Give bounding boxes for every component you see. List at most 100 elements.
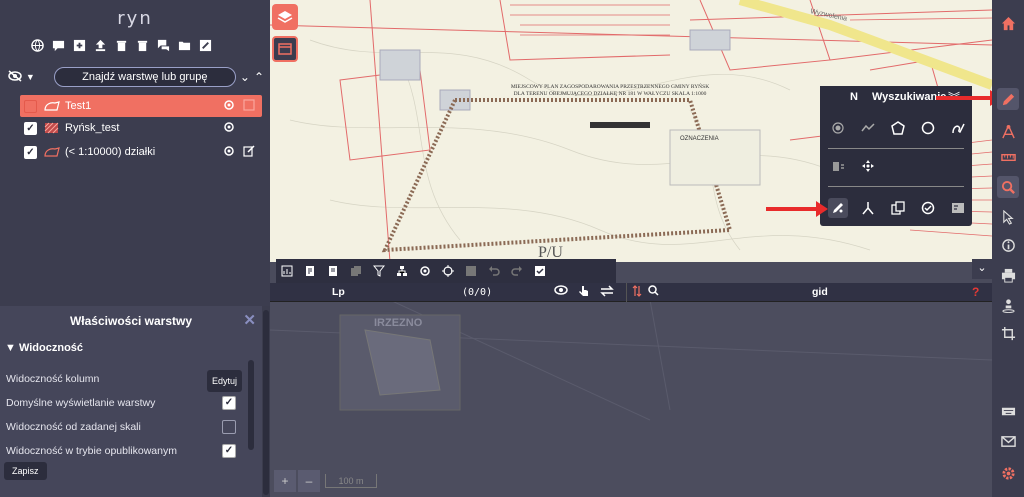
split-icon[interactable] [858,198,878,218]
visibility-section[interactable]: ▼ Widoczność [5,342,83,354]
sort-icon[interactable] [632,284,642,300]
upload-icon[interactable] [93,38,108,53]
collapse-table-button[interactable]: ⌄ [972,259,992,279]
layer-item-rynsk-test[interactable]: ✓ Ryńsk_test [20,117,262,139]
duplicate-icon[interactable] [888,198,908,218]
scale-visibility-checkbox[interactable] [222,420,236,434]
info-button[interactable] [997,234,1019,256]
globe-icon[interactable] [30,38,45,53]
tab-n[interactable]: N [850,91,858,103]
properties-title: Właściwości warstwy [69,314,193,328]
point-tool-icon[interactable] [828,118,848,138]
pointer-icon[interactable] [578,285,590,300]
eye-icon[interactable] [554,284,568,300]
copy-icon[interactable] [349,264,363,278]
attributes-icon[interactable] [948,198,968,218]
zoom-out-button[interactable]: – [298,470,320,492]
settings-button[interactable] [997,462,1019,484]
extent-button[interactable] [997,322,1019,344]
table-icon[interactable] [242,98,256,112]
polygon-tool-icon[interactable] [888,118,908,138]
layer-item-dzialki[interactable]: ✓ (< 1:10000) działki [20,141,262,163]
map-view[interactable]: MIEJSCOWY PLAN ZAGOSPODAROWANIA PRZESTRZ… [270,0,992,497]
layers-icon [277,11,293,23]
measure-button[interactable] [997,120,1019,142]
folder-icon[interactable] [177,38,192,53]
layers-button[interactable] [272,4,298,30]
target-icon[interactable] [441,264,455,278]
print-button[interactable] [997,264,1019,286]
layer-label: Ryńsk_test [65,122,120,134]
locate-icon[interactable] [418,264,432,278]
search-icon[interactable] [648,284,659,300]
delete-features-icon[interactable] [828,156,848,176]
map-window-icon [278,43,292,55]
circle-tool-icon[interactable] [918,118,938,138]
scrollbar[interactable] [263,310,269,495]
form-icon[interactable] [464,264,478,278]
freehand-tool-icon[interactable] [948,118,968,138]
trash-icon[interactable] [114,38,129,53]
compass-icon [1001,124,1015,138]
column-gid[interactable]: gid [812,286,828,298]
hierarchy-icon[interactable] [395,264,409,278]
redo-icon[interactable] [510,264,524,278]
line-tool-icon[interactable] [858,118,878,138]
layer-checkbox[interactable]: ✓ [24,121,37,135]
chevron-up-icon[interactable]: ⌃ [254,70,264,84]
undo-icon[interactable] [487,264,501,278]
basemap-button[interactable] [272,36,298,62]
locate-icon[interactable] [222,120,236,134]
layer-checkbox[interactable] [24,99,37,113]
save-edits-icon[interactable] [533,264,547,278]
draw-button[interactable] [997,88,1019,110]
chat-icon[interactable] [156,38,171,53]
published-visibility-checkbox[interactable]: ✓ [222,444,236,458]
chart-icon[interactable] [280,264,294,278]
home-button[interactable] [997,12,1019,34]
attribute-table-header: Lp (0/0) gid ? [270,282,992,302]
delete-group-icon[interactable] [135,38,150,53]
app-title: ryn [117,8,153,29]
annotation-arrow-middle [766,201,828,217]
default-visibility-checkbox[interactable]: ✓ [222,396,236,410]
layer-checkbox[interactable]: ✓ [24,145,37,159]
column-lp[interactable]: Lp [332,286,345,298]
caret-down-icon[interactable]: ▼ [26,72,40,82]
zoom-in-button[interactable]: + [274,470,296,492]
map-canvas-bottom[interactable]: IRZEZNO [270,300,992,497]
polygon-icon [44,101,60,111]
streetview-button[interactable] [997,294,1019,316]
edit-button[interactable]: Edytuj [206,370,242,392]
filter-icon[interactable] [372,264,386,278]
keyboard-icon [1001,407,1015,415]
property-row: Widoczność od zadanej skali [6,418,246,436]
edit-icon[interactable] [242,144,256,158]
close-icon[interactable]: ✕ [243,311,256,329]
locate-icon[interactable] [222,98,236,112]
add-layer-icon[interactable] [72,38,87,53]
keyboard-button[interactable] [997,400,1019,422]
report-icon[interactable] [326,264,340,278]
export-icon[interactable] [303,264,317,278]
swap-icon[interactable] [600,284,614,300]
edit-geometry-icon[interactable] [828,198,848,218]
layer-item-test1[interactable]: Test1 [20,95,262,117]
locate-icon[interactable] [222,144,236,158]
ruler-button[interactable] [997,146,1019,168]
validate-icon[interactable] [918,198,938,218]
scrollbar[interactable] [248,360,254,450]
move-icon[interactable] [858,156,878,176]
eye-off-icon[interactable] [8,69,26,85]
comment-icon[interactable] [51,38,66,53]
select-button[interactable] [997,206,1019,228]
search-button[interactable] [997,176,1019,198]
help-icon[interactable]: ? [972,285,979,299]
save-button[interactable]: Zapisz [4,462,47,480]
chevron-down-icon[interactable]: ⌄ [240,70,250,84]
row-count: (0/0) [462,286,493,298]
message-button[interactable] [997,430,1019,452]
layer-toolbar [30,38,213,53]
edit-icon[interactable] [198,38,213,53]
layer-search-input[interactable]: Znajdź warstwę lub grupę [53,67,236,87]
